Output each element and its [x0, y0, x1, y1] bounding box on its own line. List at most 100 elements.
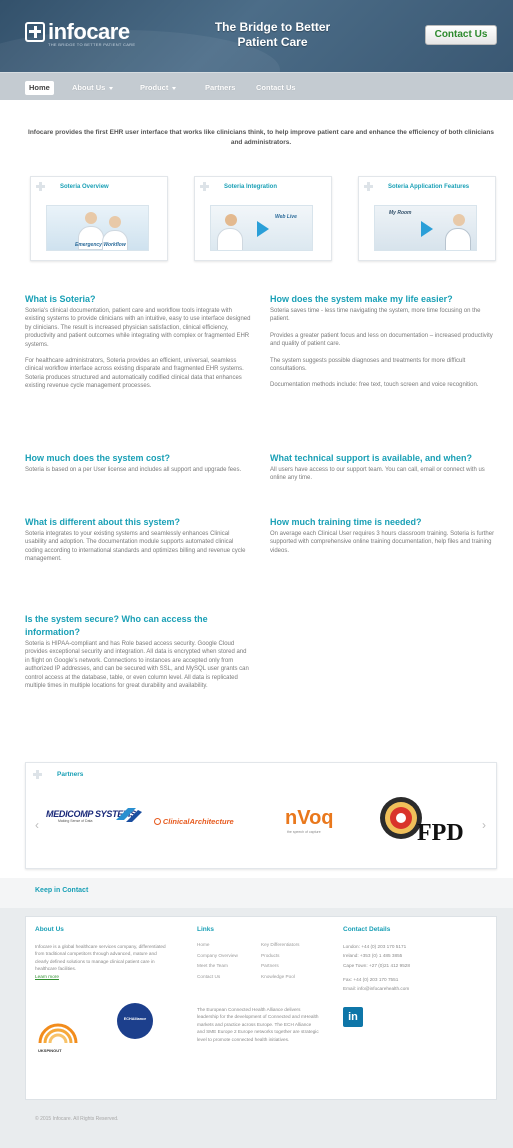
chevron-down-icon	[109, 86, 114, 90]
tagline-line-1: The Bridge to Better	[214, 20, 331, 34]
play-icon	[421, 221, 433, 237]
footer-links-col1: Home Company Overview Meet the Team Cont…	[197, 940, 238, 982]
thumbnail-caption: Emergency Workflow	[75, 242, 126, 248]
footer: About Us Infocare is a global healthcare…	[25, 916, 497, 1100]
card-soteria-integration[interactable]: Soteria Integration Web Live	[194, 176, 332, 261]
faq-question: What is Soteria?	[25, 294, 96, 304]
nav-item-contact-us[interactable]: Contact Us	[256, 81, 296, 95]
faq-question: Is the system secure? Who can access the…	[25, 614, 208, 637]
footer-link-contact-us[interactable]: Contact Us	[197, 972, 238, 983]
faq-answer: Soteria's clinical documentation, patien…	[25, 308, 251, 348]
faq-training-time: How much training time is needed? On ave…	[270, 516, 497, 563]
footer-link-key-differentiators[interactable]: Key Differentiators	[261, 940, 299, 951]
nav-item-home[interactable]: Home	[25, 81, 54, 95]
card-title: Soteria Integration	[224, 184, 278, 190]
fpd-text: FPD	[417, 820, 464, 846]
copyright: © 2015 Infocare. All Rights Reserved.	[35, 1116, 119, 1122]
nav-item-label: Product	[140, 83, 169, 92]
plus-icon	[36, 182, 45, 191]
faq-what-is-soteria: What is Soteria? Soteria's clinical docu…	[25, 293, 251, 399]
keep-in-contact-title: Keep in Contact	[35, 887, 89, 894]
faq-question: What is different about this system?	[25, 517, 181, 527]
learn-more-link[interactable]: Learn more	[35, 974, 59, 979]
nav-item-label: About Us	[72, 83, 106, 92]
faq-make-life-easier: How does the system make my life easier?…	[270, 293, 497, 398]
faq-answer: On average each Clinical User requires 3…	[270, 531, 495, 554]
contact-london: London: +44 (0) 203 170 5171	[343, 944, 407, 949]
faq-question: How does the system make my life easier?	[270, 294, 453, 304]
card-soteria-overview[interactable]: Soteria Overview Emergency Workflow	[30, 176, 168, 261]
footer-link-knowledge-pool[interactable]: Knowledge Pool	[261, 972, 299, 983]
carousel-next-arrow[interactable]: ›	[482, 818, 486, 832]
contact-fax: Fax: +44 (0) 203 170 7551	[343, 976, 399, 982]
echa-description: The European Connected Health Alliance d…	[197, 1007, 319, 1042]
nvoq-subtext: the speech of capture	[287, 830, 321, 834]
doctor-head	[453, 214, 465, 226]
video-thumbnail[interactable]: Emergency Workflow	[46, 205, 149, 251]
footer-links-col2: Key Differentiators Products Partners Kn…	[261, 940, 299, 982]
faq-answer: Documentation methods include: free text…	[270, 382, 479, 389]
contact-us-button[interactable]: Contact Us	[425, 25, 497, 45]
logo[interactable]: infocare	[25, 21, 130, 43]
faq-what-is-different: What is different about this system? Sot…	[25, 516, 251, 572]
nurse-body	[217, 228, 243, 250]
partner-logo-medicomp[interactable]: MEDICOMP SYSTEMS Making Sense of Data	[46, 808, 146, 839]
nav-item-about-us[interactable]: About Us	[72, 81, 114, 95]
partners-title: Partners	[57, 771, 84, 778]
faq-question: How much does the system cost?	[25, 453, 171, 463]
echa-label: ECHAlliance	[123, 1017, 147, 1021]
contact-email[interactable]: Email: info@infocarehealth.com	[343, 984, 493, 993]
footer-about-text: Infocare is a global healthcare services…	[35, 943, 170, 980]
site-header: infocare THE BRIDGE TO BETTER PATIENT CA…	[0, 0, 513, 72]
nav-item-label: Contact Us	[256, 83, 296, 92]
medicomp-swoosh-icon	[116, 808, 142, 822]
faq-is-system-secure: Is the system secure? Who can access the…	[25, 613, 251, 698]
footer-links-title: Links	[197, 926, 214, 933]
faq-technical-support: What technical support is available, and…	[270, 452, 497, 491]
partner-logo-fpd[interactable]: FPD	[379, 796, 469, 856]
plus-icon	[33, 770, 42, 779]
nav-item-partners[interactable]: Partners	[205, 81, 235, 95]
card-soteria-application-features[interactable]: Soteria Application Features My Room	[358, 176, 496, 261]
video-thumbnail[interactable]: Web Live	[210, 205, 313, 251]
keep-in-contact-bar: Keep in Contact	[0, 878, 513, 908]
footer-about-body: Infocare is a global healthcare services…	[35, 944, 166, 972]
faq-question: What technical support is available, and…	[270, 453, 473, 463]
echa-badge: ECHAlliance	[117, 1003, 153, 1039]
nav-item-product[interactable]: Product	[140, 81, 177, 95]
contact-cape-town: Cape Town: +27 (0)21 412 9528	[343, 962, 411, 968]
tagline-line-2: Patient Care	[237, 35, 308, 49]
footer-link-partners[interactable]: Partners	[261, 961, 299, 972]
nav-item-label: Home	[29, 83, 50, 92]
thumbnail-caption: Web Live	[275, 214, 297, 220]
faq-answer: All users have access to our support tea…	[270, 467, 485, 482]
card-title: Soteria Overview	[60, 184, 109, 190]
footer-link-meet-the-team[interactable]: Meet the Team	[197, 961, 238, 972]
footer-link-home[interactable]: Home	[197, 940, 238, 951]
linkedin-icon[interactable]: in	[343, 1007, 363, 1027]
footer-link-products[interactable]: Products	[261, 951, 299, 962]
footer-contact-details: London: +44 (0) 203 170 5171 Ireland: +3…	[343, 942, 493, 993]
footer-link-company-overview[interactable]: Company Overview	[197, 951, 238, 962]
nurse-head	[225, 214, 237, 226]
doctor-head	[109, 216, 121, 228]
faq-question: How much training time is needed?	[270, 517, 422, 527]
video-thumbnail[interactable]: My Room	[374, 205, 477, 251]
faq-answer: Provides a greater patient focus and les…	[270, 332, 493, 348]
card-title: Soteria Application Features	[388, 184, 470, 190]
nvoq-text: nVoq	[285, 807, 334, 829]
faq-answer: The system suggests possible diagnoses a…	[270, 357, 466, 373]
faq-answer: Soteria is based on a per User license a…	[25, 467, 242, 473]
doctor-body	[445, 228, 471, 250]
partner-logo-nvoq[interactable]: nVoq the speech of capture	[285, 807, 334, 834]
carousel-prev-arrow[interactable]: ‹	[35, 818, 39, 832]
thumbnail-caption: My Room	[389, 210, 412, 216]
partner-logo-clinical-architecture[interactable]: ClinicalArchitecture	[154, 817, 234, 826]
faq-answer: Soteria is HIPAA-compliant and has Role …	[25, 641, 249, 690]
main-nav: Home About Us Product Partners Contact U…	[0, 72, 513, 100]
faq-system-cost: How much does the system cost? Soteria i…	[25, 452, 251, 482]
ukspinout-label: UKSPINOUT	[38, 1048, 62, 1053]
partners-carousel: Partners ‹ › MEDICOMP SYSTEMS Making Sen…	[25, 762, 497, 869]
logo-tagline: THE BRIDGE TO BETTER PATIENT CARE	[48, 42, 136, 47]
nav-item-label: Partners	[205, 83, 236, 92]
